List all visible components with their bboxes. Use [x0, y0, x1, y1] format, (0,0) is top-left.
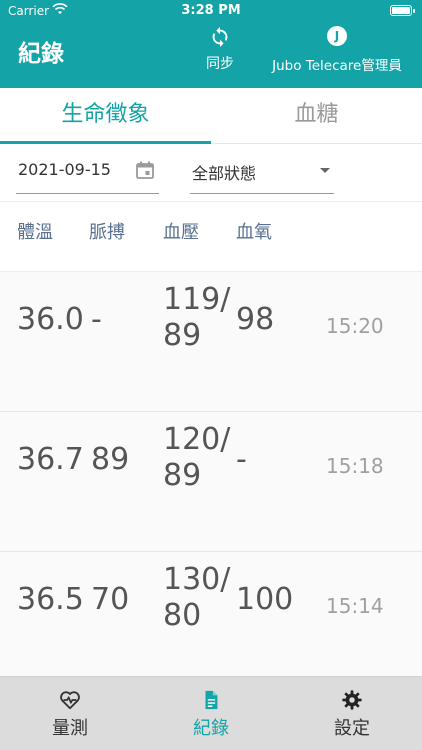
user-name: Jubo Telecare管理員 [272, 58, 402, 74]
column-header-temperature: 體溫 [17, 222, 53, 243]
oxygen-value: 100 [236, 582, 294, 617]
tabbar-item-settings[interactable]: 設定 [282, 677, 422, 750]
tabbar-item-records[interactable]: 紀錄 [141, 677, 281, 750]
oxygen-value: 98 [236, 302, 275, 337]
record-time: 15:14 [326, 594, 384, 618]
temperature-value: 36.5 [17, 582, 84, 617]
tabbar-label: 量測 [52, 718, 88, 739]
tabbar-item-measure[interactable]: 量測 [0, 677, 140, 750]
pulse-value: 70 [91, 582, 130, 617]
record-time: 15:18 [326, 454, 384, 478]
systolic-value: 120/ [163, 422, 231, 457]
clock: 3:28 PM [181, 3, 241, 18]
tab-vital-signs[interactable]: 生命徵象 [0, 88, 211, 144]
blood-pressure-value: 119/ 89 [163, 282, 230, 354]
calendar-icon[interactable] [135, 160, 155, 180]
record-type-tabs: 生命徵象 血糖 [0, 88, 422, 144]
blood-pressure-value: 130/ 80 [163, 562, 230, 634]
record-time: 15:20 [326, 314, 384, 338]
status-value: 全部狀態 [192, 164, 257, 183]
app-header: Carrier 3:28 PM 紀錄 同步 J Jubo Telecare管理員 [0, 0, 422, 88]
status-select[interactable]: 全部狀態 [190, 154, 334, 194]
column-header-oxygen: 血氧 [236, 222, 272, 243]
avatar: J [327, 26, 347, 46]
temperature-value: 36.0 [17, 302, 84, 337]
document-icon [205, 690, 218, 710]
battery-icon [390, 5, 415, 16]
bottom-tab-bar: 量測 紀錄 設定 [0, 676, 422, 750]
list-item[interactable]: 36.5 70 130/ 80 100 15:14 [0, 552, 422, 676]
pulse-value: 89 [91, 442, 130, 477]
column-headers: 體溫 脈搏 血壓 血氧 [0, 202, 422, 272]
column-header-blood-pressure: 血壓 [163, 222, 199, 243]
chevron-down-icon [320, 168, 330, 173]
pulse-value: - [91, 302, 102, 337]
diastolic-value: 80 [163, 598, 202, 633]
heart-pulse-icon [60, 691, 80, 710]
tabbar-label: 紀錄 [193, 718, 229, 739]
status-bar: Carrier 3:28 PM [0, 0, 422, 22]
temperature-value: 36.7 [17, 442, 84, 477]
list-item[interactable]: 36.0 - 119/ 89 98 15:20 [0, 272, 422, 412]
list-item[interactable]: 36.7 89 120/ 89 - 15:18 [0, 412, 422, 552]
sync-button[interactable]: 同步 [200, 26, 240, 76]
sync-label: 同步 [206, 56, 234, 72]
diastolic-value: 89 [163, 458, 202, 493]
systolic-value: 119/ [163, 282, 231, 317]
records-list: 36.0 - 119/ 89 98 15:20 36.7 89 120/ 89 … [0, 272, 422, 676]
filter-bar: 2021-09-15 全部狀態 [0, 144, 422, 202]
diastolic-value: 89 [163, 318, 202, 353]
tabbar-label: 設定 [334, 718, 370, 739]
page-title: 紀錄 [18, 41, 64, 67]
date-picker[interactable]: 2021-09-15 [16, 154, 159, 194]
date-value: 2021-09-15 [18, 160, 111, 179]
systolic-value: 130/ [163, 562, 231, 597]
oxygen-value: - [236, 442, 247, 477]
column-header-pulse: 脈搏 [89, 222, 125, 243]
sync-icon [212, 26, 228, 48]
blood-pressure-value: 120/ 89 [163, 422, 230, 494]
user-account-button[interactable]: J Jubo Telecare管理員 [262, 26, 412, 76]
tab-blood-sugar[interactable]: 血糖 [211, 88, 422, 144]
gear-icon [342, 690, 362, 710]
